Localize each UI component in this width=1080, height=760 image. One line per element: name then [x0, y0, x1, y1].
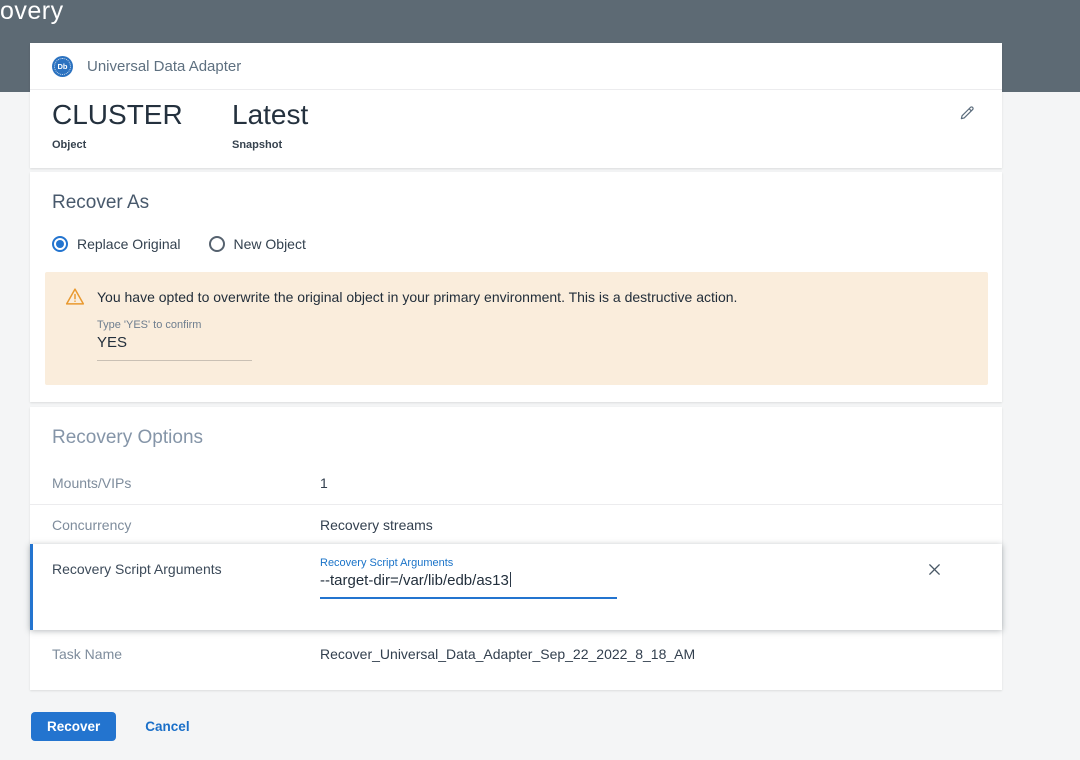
script-arguments-input[interactable]: --target-dir=/var/lib/edb/as13 — [320, 572, 617, 599]
warning-message: You have opted to overwrite the original… — [97, 289, 968, 305]
adapter-title: Universal Data Adapter — [87, 58, 241, 75]
row-value: Recover_Universal_Data_Adapter_Sep_22_20… — [320, 646, 695, 662]
recovery-options-heading: Recovery Options — [30, 427, 1002, 449]
recovery-form-card: Db Universal Data Adapter CLUSTER Object… — [30, 43, 1002, 690]
edit-snapshot-button[interactable] — [954, 102, 980, 128]
recover-as-section: Recover As Replace Original New Object Y… — [30, 172, 1002, 402]
recover-button[interactable]: Recover — [31, 712, 116, 741]
clear-row-button[interactable] — [922, 560, 946, 584]
snapshot-value: Latest — [232, 98, 412, 132]
recover-as-options: Replace Original New Object — [30, 236, 1002, 252]
page-title: overy — [0, 0, 64, 26]
row-label: Recovery Script Arguments — [52, 544, 320, 630]
radio-unselected-icon — [209, 236, 225, 252]
radio-new-object-label: New Object — [234, 236, 306, 252]
snapshot-column: Latest Snapshot — [232, 98, 412, 168]
radio-new-object[interactable]: New Object — [209, 236, 306, 252]
confirm-input-value: YES — [97, 334, 127, 351]
recover-as-heading: Recover As — [30, 192, 1002, 214]
row-value: Recovery streams — [320, 517, 433, 533]
row-concurrency[interactable]: Concurrency Recovery streams — [30, 504, 1002, 544]
text-caret — [510, 572, 511, 587]
row-mounts-vips[interactable]: Mounts/VIPs 1 — [30, 462, 1002, 504]
warning-triangle-icon — [65, 287, 85, 311]
confirm-field-label: Type 'YES' to confirm — [97, 319, 968, 331]
script-arguments-floating-label: Recovery Script Arguments — [320, 557, 617, 569]
radio-selected-icon — [52, 236, 68, 252]
db-badge-icon: Db — [52, 56, 73, 77]
close-icon — [927, 562, 942, 582]
confirm-input[interactable]: YES — [97, 334, 252, 361]
recovery-options-section: Recovery Options Mounts/VIPs 1 Concurren… — [30, 407, 1002, 690]
snapshot-label: Snapshot — [232, 139, 412, 151]
object-summary-row: CLUSTER Object Latest Snapshot — [30, 90, 1002, 168]
adapter-header: Db Universal Data Adapter — [30, 43, 1002, 90]
radio-replace-original-label: Replace Original — [77, 236, 181, 252]
row-recovery-script-arguments: Recovery Script Arguments Recovery Scrip… — [30, 544, 1002, 630]
destructive-warning-banner: You have opted to overwrite the original… — [45, 272, 988, 385]
script-arguments-field-group: Recovery Script Arguments --target-dir=/… — [320, 544, 617, 630]
object-value: CLUSTER — [52, 98, 232, 132]
form-footer: Recover Cancel — [31, 712, 190, 741]
row-label: Concurrency — [52, 517, 320, 533]
row-value: 1 — [320, 475, 328, 491]
row-label: Mounts/VIPs — [52, 475, 320, 491]
object-column: CLUSTER Object — [52, 98, 232, 168]
radio-replace-original[interactable]: Replace Original — [52, 236, 181, 252]
cancel-link[interactable]: Cancel — [145, 719, 189, 734]
pencil-icon — [958, 104, 976, 127]
object-summary-block: Db Universal Data Adapter CLUSTER Object… — [30, 43, 1002, 168]
script-arguments-input-value: --target-dir=/var/lib/edb/as13 — [320, 572, 509, 589]
row-label: Task Name — [52, 646, 320, 662]
row-task-name[interactable]: Task Name Recover_Universal_Data_Adapter… — [30, 630, 1002, 690]
object-label: Object — [52, 139, 232, 151]
